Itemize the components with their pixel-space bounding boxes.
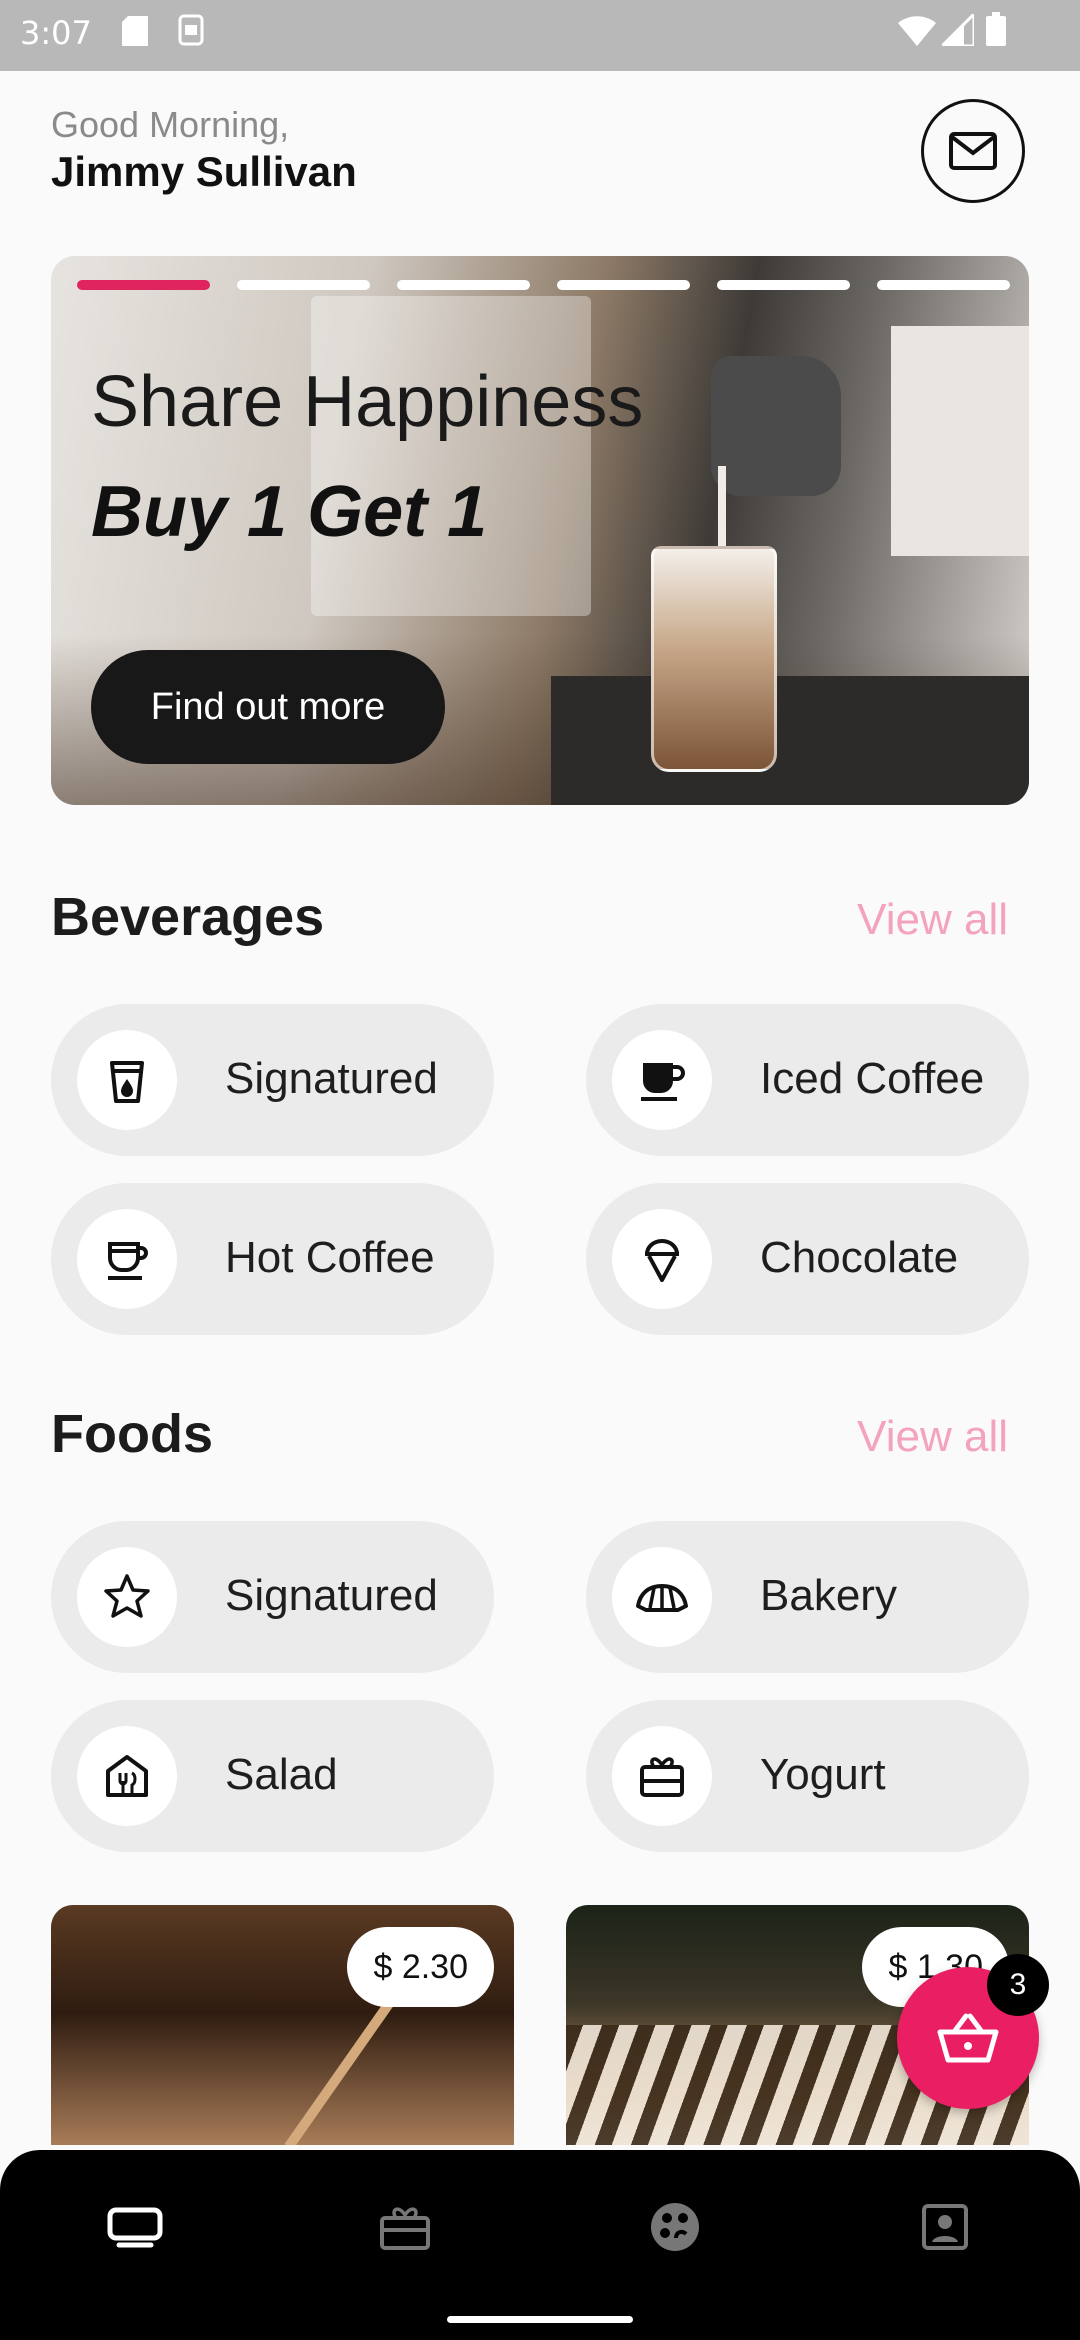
food-chip-bakery[interactable]: Bakery [586,1521,1029,1673]
banner-image-machine [891,326,1029,556]
promo-banner[interactable]: Share Happiness Buy 1 Get 1 Find out mor… [51,256,1029,805]
chip-label: Hot Coffee [225,1233,435,1282]
carousel-dot[interactable] [877,280,1010,290]
gift-box-icon [640,1757,684,1797]
carousel-dot[interactable] [557,280,690,290]
mug-icon [641,1063,685,1101]
food-chip-signatured[interactable]: Signatured [51,1521,494,1673]
product-price: $ 2.30 [347,1927,494,2007]
product-card[interactable]: $ 2.30 [51,1905,514,2145]
bottom-navigation [0,2150,1080,2340]
profile-icon [922,2204,968,2250]
user-name: Jimmy Sullivan [51,148,357,195]
battery-icon [986,12,1006,46]
carousel-dot-active[interactable] [77,280,210,290]
status-bar: 3:07 [0,0,1080,71]
basket-icon [937,2013,999,2063]
wifi-icon [898,16,936,46]
banner-title: Share Happiness [91,362,644,442]
sd-card-icon [122,16,148,46]
nav-rewards[interactable] [370,2192,440,2262]
chip-label: Signatured [225,1571,438,1620]
chip-label: Iced Coffee [760,1054,985,1103]
food-chip-yogurt[interactable]: Yogurt [586,1700,1029,1852]
rewards-icon [380,2207,430,2250]
find-out-more-button[interactable]: Find out more [91,650,445,764]
hot-cup-icon [108,1242,148,1280]
mail-icon [949,132,997,170]
cart-count-badge: 3 [987,1954,1049,2016]
foods-title: Foods [51,1404,213,1464]
status-time: 3:07 [20,14,92,52]
nav-profile[interactable] [910,2192,980,2262]
carousel-indicator [77,280,1010,290]
banner-image-counter [551,676,1029,805]
beverages-view-all-link[interactable]: View all [857,895,1008,945]
banner-image-glass [651,546,777,772]
carousel-dot[interactable] [397,280,530,290]
signal-icon [942,14,974,46]
croissant-icon [636,1584,688,1612]
home-icon [107,2207,163,2248]
food-chip-salad[interactable]: Salad [51,1700,494,1852]
carousel-dot[interactable] [717,280,850,290]
chip-label: Yogurt [760,1750,886,1799]
chip-label: Chocolate [760,1233,959,1282]
chip-label: Bakery [760,1571,897,1620]
beverages-title: Beverages [51,887,325,947]
banner-subtitle: Buy 1 Get 1 [91,472,488,552]
menu-icon [651,2203,699,2251]
ice-cream-icon [644,1239,680,1282]
beverage-chip-hot-coffee[interactable]: Hot Coffee [51,1183,494,1335]
nav-home[interactable] [100,2192,170,2262]
chip-label: Salad [225,1750,338,1799]
chip-label: Signatured [225,1054,438,1103]
foods-view-all-link[interactable]: View all [857,1412,1008,1462]
home-indicator[interactable] [447,2316,633,2323]
messages-button[interactable] [921,99,1025,203]
carousel-dot[interactable] [237,280,370,290]
cup-drop-icon [110,1061,144,1103]
beverage-chip-chocolate[interactable]: Chocolate [586,1183,1029,1335]
beverage-chip-signatured[interactable]: Signatured [51,1004,494,1156]
fork-knife-house-icon [106,1755,148,1797]
star-icon [104,1574,150,1618]
nav-menu[interactable] [640,2192,710,2262]
beverage-chip-iced-coffee[interactable]: Iced Coffee [586,1004,1029,1156]
sim-icon [178,14,204,46]
banner-image-window [311,296,591,616]
banner-image-pitcher [711,356,841,496]
greeting-text: Good Morning, [51,104,290,145]
